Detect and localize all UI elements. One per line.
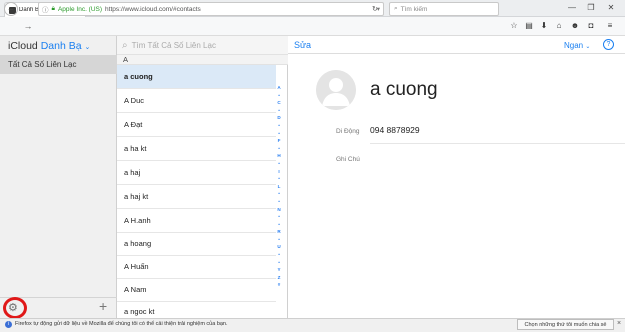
- brand-label: iCloud: [8, 40, 38, 52]
- contact-name-heading: a cuong: [370, 79, 438, 100]
- index-letter[interactable]: R: [274, 228, 284, 236]
- index-letter[interactable]: •: [274, 145, 284, 153]
- pocket-icon[interactable]: ◘: [585, 20, 597, 32]
- minimize-button[interactable]: —: [565, 2, 579, 14]
- home-icon[interactable]: ⌂: [553, 20, 565, 32]
- contact-name: a haj kt: [124, 192, 149, 201]
- index-letter[interactable]: •: [274, 107, 284, 115]
- address-bar[interactable]: ⓘ 🔒︎ Apple Inc. (US) https://www.icloud.…: [38, 2, 384, 16]
- index-letter[interactable]: •: [274, 92, 284, 100]
- url-text[interactable]: https://www.icloud.com/#contacts: [105, 6, 374, 13]
- contact-name: A Huấn: [124, 262, 149, 271]
- index-letter[interactable]: Y: [274, 266, 284, 274]
- add-contact-button[interactable]: +: [99, 298, 107, 314]
- index-letter[interactable]: •: [274, 198, 284, 206]
- download-icon[interactable]: ⬇: [538, 20, 550, 32]
- index-letter[interactable]: •: [274, 175, 284, 183]
- back-button[interactable]: ←: [4, 2, 18, 16]
- index-letter[interactable]: #: [274, 281, 284, 289]
- list-item[interactable]: a ngoc kt: [117, 300, 276, 318]
- reload-icon[interactable]: ↻: [372, 5, 378, 13]
- avatar: [316, 70, 356, 110]
- index-letter[interactable]: U: [274, 243, 284, 251]
- section-label[interactable]: Danh Bạ: [41, 40, 82, 52]
- contact-name: A Nam: [124, 285, 147, 294]
- list-item[interactable]: a cuong: [117, 65, 276, 89]
- search-icon: ⌕: [122, 39, 128, 51]
- sort-label: Ngan: [564, 41, 584, 50]
- contact-name: a hoang: [124, 239, 152, 248]
- phone-label: Di Động: [336, 128, 360, 135]
- index-letter[interactable]: •: [274, 213, 284, 221]
- contact-name: A Duc: [124, 96, 145, 105]
- index-letter[interactable]: •: [274, 251, 284, 259]
- bookmark-star-icon[interactable]: ☆: [508, 20, 520, 32]
- index-letter[interactable]: •: [274, 190, 284, 198]
- index-letter[interactable]: •: [274, 236, 284, 244]
- edit-button[interactable]: Sửa: [294, 40, 311, 50]
- contact-name: A Đạt: [124, 120, 143, 129]
- info-icon: i: [5, 321, 12, 328]
- index-letter[interactable]: •: [274, 160, 284, 168]
- index-letter[interactable]: L: [274, 183, 284, 191]
- menu-icon[interactable]: ≡: [604, 20, 616, 32]
- index-letter[interactable]: C: [274, 99, 284, 107]
- notification-choose-button[interactable]: Chọn những thứ tôi muốn chia sẻ: [517, 319, 614, 330]
- index-letter[interactable]: H: [274, 152, 284, 160]
- index-letter[interactable]: •: [274, 130, 284, 138]
- list-item[interactable]: A Duc: [117, 89, 276, 113]
- close-icon[interactable]: ×: [617, 320, 621, 327]
- list-item[interactable]: A Huấn: [117, 255, 276, 279]
- lock-icon: 🔒︎: [51, 5, 55, 12]
- index-letter[interactable]: •: [274, 122, 284, 130]
- index-letter[interactable]: A: [274, 84, 284, 92]
- index-letter[interactable]: •: [274, 259, 284, 267]
- section-header: A: [117, 54, 288, 65]
- list-item[interactable]: A H.anh: [117, 209, 276, 233]
- notification-text: Firefox tự động gửi dữ liệu về Mozilla đ…: [15, 321, 228, 327]
- divider: [370, 143, 625, 144]
- list-item[interactable]: A Nam: [117, 278, 276, 302]
- forward-button[interactable]: →: [22, 20, 34, 32]
- gear-icon[interactable]: ⚙: [8, 301, 18, 314]
- contact-name: a ngoc kt: [124, 307, 155, 316]
- help-button[interactable]: ?: [603, 39, 614, 50]
- contact-name: A H.anh: [124, 216, 151, 225]
- app-title[interactable]: iCloud Danh Bạ ⌄: [8, 40, 90, 52]
- browser-search-placeholder: Tìm kiếm: [400, 5, 428, 13]
- contact-name: a cuong: [124, 72, 153, 81]
- close-window-button[interactable]: ✕: [604, 2, 618, 14]
- list-item[interactable]: a hoang: [117, 232, 276, 256]
- alphabet-index[interactable]: A • C • D • • F • H • I • L • • N • • R • U • • Y Z #: [274, 84, 284, 289]
- phone-value[interactable]: 094 8878929: [370, 125, 420, 135]
- index-letter[interactable]: F: [274, 137, 284, 145]
- contact-name: a haj: [124, 168, 141, 177]
- index-letter[interactable]: •: [274, 221, 284, 229]
- sort-dropdown[interactable]: Ngan ⌄: [564, 41, 590, 50]
- maximize-button[interactable]: ❐: [584, 2, 598, 14]
- index-letter[interactable]: D: [274, 114, 284, 122]
- index-letter[interactable]: N: [274, 206, 284, 214]
- list-item[interactable]: a haj: [117, 161, 276, 185]
- group-all-contacts-label: Tất Cả Số Liên Lạc: [8, 60, 77, 69]
- groups-sidebar: [0, 36, 117, 318]
- list-item[interactable]: a ha kt: [117, 137, 276, 161]
- browser-search-field[interactable]: ⌕ Tìm kiếm: [389, 2, 499, 16]
- site-identity-label[interactable]: Apple Inc. (US): [58, 6, 102, 13]
- reading-list-icon[interactable]: ▤: [523, 20, 535, 32]
- sync-icon[interactable]: ☻: [569, 20, 581, 32]
- chevron-down-icon[interactable]: ⌄: [85, 44, 91, 51]
- chevron-down-icon: ⌄: [585, 44, 591, 50]
- contact-name: a ha kt: [124, 144, 147, 153]
- list-item[interactable]: a haj kt: [117, 185, 276, 209]
- info-icon[interactable]: ⓘ: [42, 4, 49, 14]
- note-label: Ghi Chú: [336, 156, 360, 163]
- list-item[interactable]: A Đạt: [117, 113, 276, 137]
- contacts-search-input[interactable]: ⌕ Tìm Tất Cả Số Liên Lạc: [117, 36, 288, 54]
- person-silhouette-icon: [316, 70, 356, 110]
- contacts-search-placeholder: Tìm Tất Cả Số Liên Lạc: [131, 40, 216, 50]
- index-letter[interactable]: I: [274, 168, 284, 176]
- search-icon: ⌕: [394, 5, 398, 12]
- index-letter[interactable]: Z: [274, 274, 284, 282]
